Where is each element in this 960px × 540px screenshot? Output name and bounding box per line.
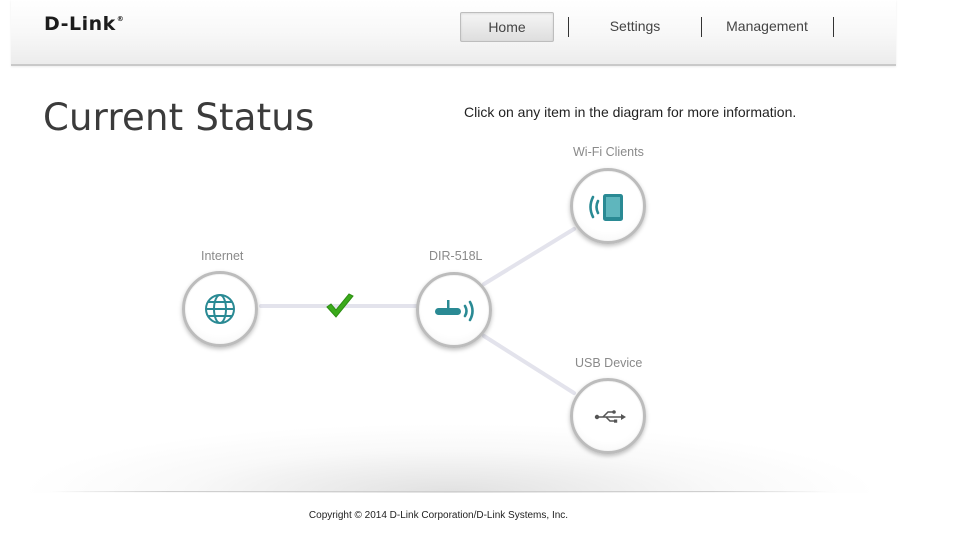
- wifi-clients-node[interactable]: [570, 168, 646, 244]
- tab-management[interactable]: Management: [717, 12, 817, 40]
- usb-device-node[interactable]: [570, 378, 646, 454]
- router-icon: [435, 300, 474, 322]
- nav-separator: [701, 17, 702, 37]
- connected-check-icon: [326, 293, 354, 318]
- globe-icon: [205, 294, 235, 324]
- wifi-clients-label: Wi-Fi Clients: [573, 145, 644, 159]
- tablet-wifi-icon: [589, 194, 623, 221]
- page-title: Current Status: [43, 96, 315, 139]
- router-usb-link: [482, 334, 576, 395]
- tab-settings[interactable]: Settings: [584, 12, 686, 40]
- nav-separator: [568, 17, 569, 37]
- internet-label: Internet: [201, 249, 244, 263]
- usb-icon: [594, 410, 626, 423]
- diagram-hint: Click on any item in the diagram for mor…: [464, 104, 797, 120]
- usb-device-label: USB Device: [575, 356, 643, 370]
- nav-separator: [833, 17, 834, 37]
- main-nav: Home Settings Management: [11, 0, 896, 64]
- router-node[interactable]: [416, 272, 492, 348]
- bottom-shadow: [30, 425, 870, 493]
- internet-node[interactable]: [182, 271, 258, 347]
- divider: [50, 491, 830, 492]
- router-label: DIR-518L: [429, 249, 483, 263]
- copyright-text: Copyright © 2014 D-Link Corporation/D-Li…: [308, 510, 569, 521]
- header-bar: D-Link® Home Settings Management: [11, 0, 896, 66]
- router-wifi-link: [482, 227, 576, 286]
- tab-home[interactable]: Home: [460, 12, 554, 42]
